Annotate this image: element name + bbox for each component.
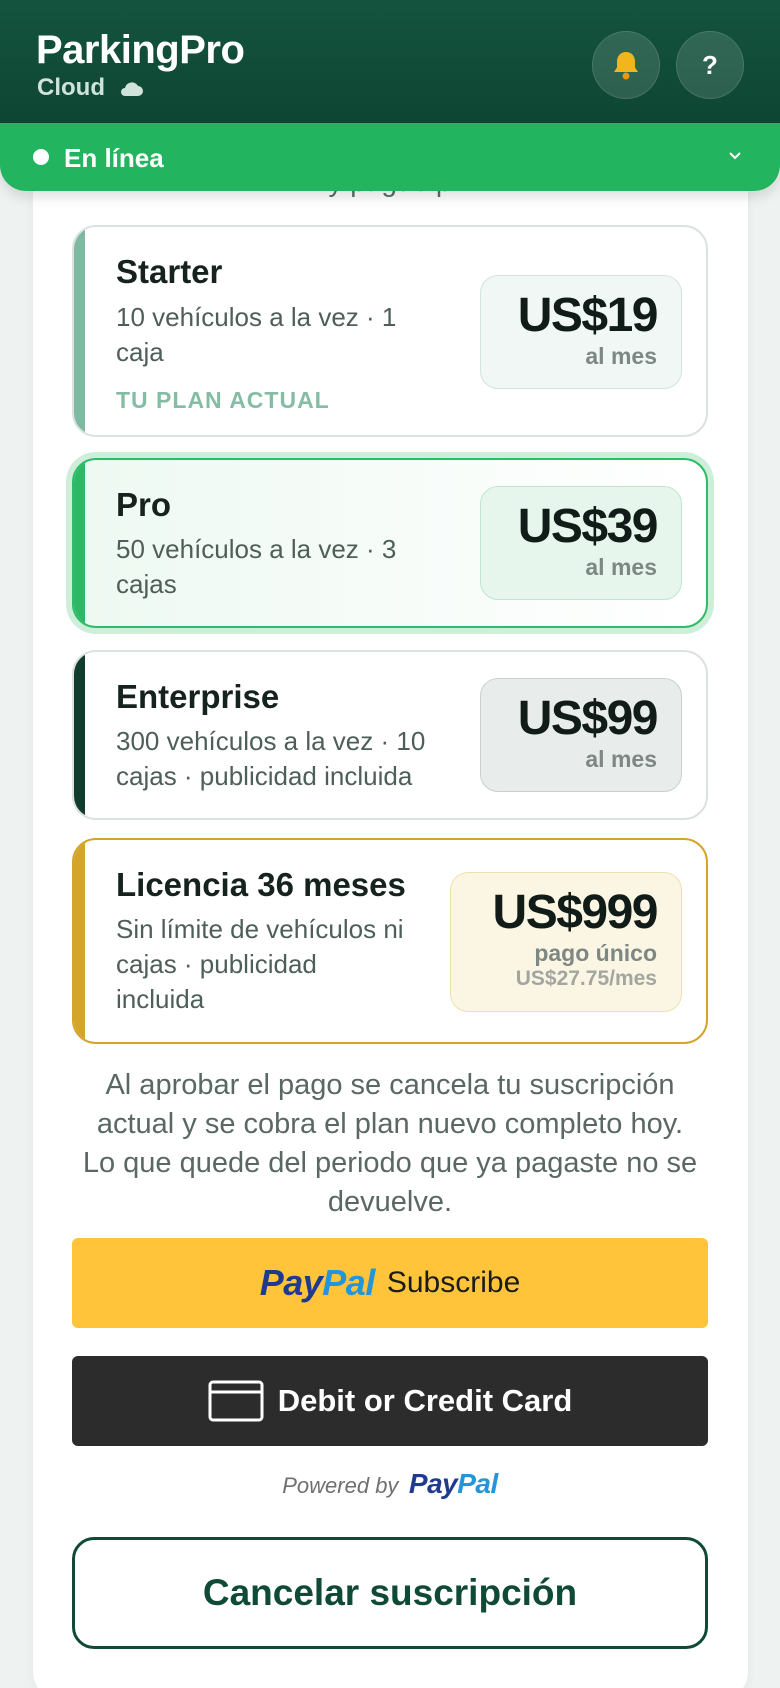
current-plan-tag: TU PLAN ACTUAL xyxy=(116,387,330,413)
billing-notice: Al aprobar el pago se cancela tu suscrip… xyxy=(82,1069,698,1218)
powered-by-text: Powered by xyxy=(282,1473,399,1498)
price-box: US$39 al mes xyxy=(480,486,682,600)
cancel-subscription-button[interactable]: Cancelar suscripción xyxy=(72,1537,708,1649)
plan-name: Starter xyxy=(116,253,223,290)
credit-card-icon xyxy=(208,1380,264,1422)
notifications-button[interactable] xyxy=(592,31,660,99)
price-box: US$99 al mes xyxy=(480,678,682,792)
brand-subtitle: Cloud xyxy=(37,74,144,102)
chevron-down-icon xyxy=(729,152,741,160)
price-monthly-equivalent: US$27.75/mes xyxy=(515,967,657,990)
price-box: US$19 al mes xyxy=(480,275,682,389)
debit-credit-card-button[interactable]: Debit or Credit Card xyxy=(72,1356,708,1446)
plan-card-pro[interactable]: Pro 50 vehículos a la vez · 3 cajas US$3… xyxy=(72,458,708,628)
price-amount: US$999 xyxy=(492,886,659,939)
help-button[interactable]: ? xyxy=(676,31,744,99)
paypal-logo-pay: Pay xyxy=(259,1262,323,1303)
paypal-subscribe-label: Subscribe xyxy=(386,1266,521,1299)
cloud-icon xyxy=(120,82,143,96)
plan-name: Pro xyxy=(116,486,172,523)
status-label: En línea xyxy=(64,143,164,173)
brand-subtitle-text: Cloud xyxy=(37,74,105,101)
plan-accent-bar xyxy=(74,227,85,435)
price-amount: US$99 xyxy=(517,692,659,745)
connection-status-bar[interactable]: En línea xyxy=(0,123,780,191)
plan-card-license-36[interactable]: Licencia 36 meses Sin límite de vehículo… xyxy=(72,838,708,1044)
price-period: pago único xyxy=(534,940,657,966)
plan-description: 50 vehículos a la vez · 3 cajas xyxy=(116,534,397,599)
plan-accent-bar xyxy=(74,840,85,1042)
brand-title: ParkingPro xyxy=(36,28,245,72)
paypal-subscribe-button[interactable]: PayPal Subscribe xyxy=(72,1238,708,1328)
paypal-logo-pay: Pay xyxy=(408,1468,458,1499)
card-button-label: Debit or Credit Card xyxy=(277,1383,573,1418)
app-header: ParkingPro Cloud ? xyxy=(0,0,780,124)
price-amount: US$39 xyxy=(517,500,659,553)
paypal-logo: PayPal xyxy=(259,1262,376,1304)
price-amount: US$19 xyxy=(517,289,659,342)
plan-description: Sin límite de vehículos ni cajas · publi… xyxy=(116,914,404,1014)
paypal-logo: PayPal xyxy=(409,1468,498,1499)
status-dot-icon xyxy=(33,149,49,165)
plan-name: Enterprise xyxy=(116,678,280,715)
price-box: US$999 pago único US$27.75/mes xyxy=(450,872,682,1012)
plan-name: Licencia 36 meses xyxy=(116,866,406,903)
paypal-logo-pal: Pal xyxy=(457,1468,498,1499)
plan-accent-bar xyxy=(74,652,85,818)
question-icon: ? xyxy=(702,49,718,80)
powered-by-paypal: Powered by PayPal xyxy=(0,1468,780,1500)
paypal-logo-pal: Pal xyxy=(322,1262,375,1303)
price-period: al mes xyxy=(585,746,657,772)
price-period: al mes xyxy=(585,343,657,369)
plan-description: 300 vehículos a la vez · 10 cajas · publ… xyxy=(116,726,426,791)
plan-description: 10 vehículos a la vez · 1 caja xyxy=(116,302,397,367)
price-period: al mes xyxy=(585,554,657,580)
plan-accent-bar xyxy=(74,460,85,626)
plan-card-enterprise[interactable]: Enterprise 300 vehículos a la vez · 10 c… xyxy=(72,650,708,820)
plan-card-starter[interactable]: Starter 10 vehículos a la vez · 1 caja T… xyxy=(72,225,708,437)
cancel-subscription-label: Cancelar suscripción xyxy=(202,1572,578,1613)
bell-icon xyxy=(614,52,638,80)
